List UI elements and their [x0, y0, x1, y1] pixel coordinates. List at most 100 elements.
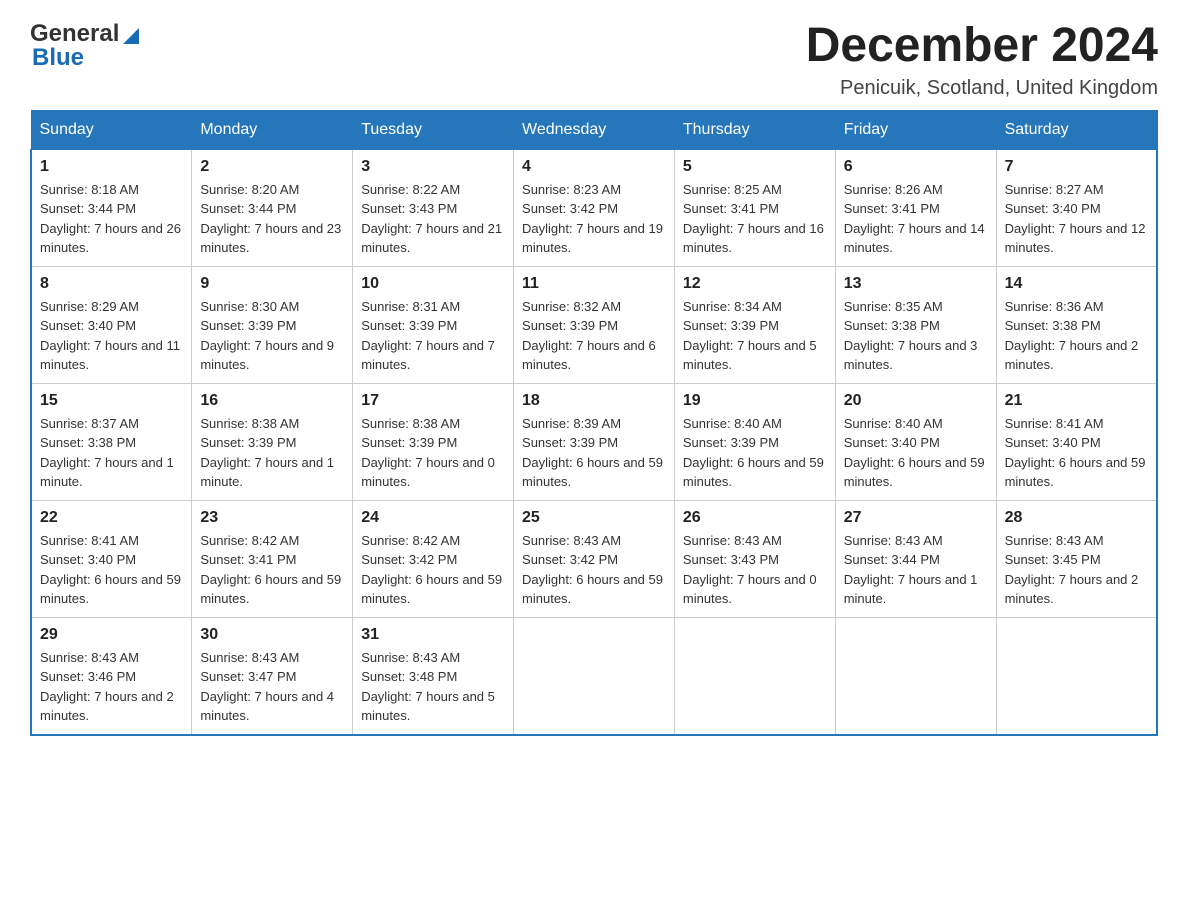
- day-number: 27: [844, 509, 988, 527]
- calendar-cell: 11 Sunrise: 8:32 AMSunset: 3:39 PMDayligh…: [514, 266, 675, 383]
- calendar-cell: [996, 617, 1157, 735]
- calendar-cell: 13 Sunrise: 8:35 AMSunset: 3:38 PMDayligh…: [835, 266, 996, 383]
- calendar-cell: 21 Sunrise: 8:41 AMSunset: 3:40 PMDayligh…: [996, 383, 1157, 500]
- day-number: 8: [40, 275, 183, 293]
- day-info: Sunrise: 8:43 AMSunset: 3:46 PMDaylight:…: [40, 648, 183, 726]
- day-info: Sunrise: 8:43 AMSunset: 3:47 PMDaylight:…: [200, 648, 344, 726]
- day-number: 31: [361, 626, 505, 644]
- day-number: 22: [40, 509, 183, 527]
- day-info: Sunrise: 8:42 AMSunset: 3:41 PMDaylight:…: [200, 531, 344, 609]
- logo-arrow: [123, 28, 139, 44]
- calendar-cell: 15Sunrise: 8:37 AMSunset: 3:38 PMDayligh…: [31, 383, 192, 500]
- day-info: Sunrise: 8:35 AMSunset: 3:38 PMDaylight:…: [844, 297, 988, 375]
- day-number: 21: [1005, 392, 1148, 410]
- day-number: 13: [844, 275, 988, 293]
- calendar-cell: 24 Sunrise: 8:42 AMSunset: 3:42 PMDayligh…: [353, 500, 514, 617]
- calendar-cell: 16Sunrise: 8:38 AMSunset: 3:39 PMDayligh…: [192, 383, 353, 500]
- day-info: Sunrise: 8:27 AMSunset: 3:40 PMDaylight:…: [1005, 180, 1148, 258]
- day-info: Sunrise: 8:32 AMSunset: 3:39 PMDaylight:…: [522, 297, 666, 375]
- day-info: Sunrise: 8:26 AMSunset: 3:41 PMDaylight:…: [844, 180, 988, 258]
- day-info: Sunrise: 8:41 AMSunset: 3:40 PMDaylight:…: [40, 531, 183, 609]
- day-info: Sunrise: 8:43 AMSunset: 3:48 PMDaylight:…: [361, 648, 505, 726]
- col-saturday: Saturday: [996, 110, 1157, 149]
- calendar-cell: 9 Sunrise: 8:30 AMSunset: 3:39 PMDaylight…: [192, 266, 353, 383]
- calendar-cell: 17 Sunrise: 8:38 AMSunset: 3:39 PMDayligh…: [353, 383, 514, 500]
- calendar-week-row: 15Sunrise: 8:37 AMSunset: 3:38 PMDayligh…: [31, 383, 1157, 500]
- calendar-week-row: 8 Sunrise: 8:29 AMSunset: 3:40 PMDaylight…: [31, 266, 1157, 383]
- col-wednesday: Wednesday: [514, 110, 675, 149]
- calendar-cell: 27Sunrise: 8:43 AMSunset: 3:44 PMDayligh…: [835, 500, 996, 617]
- calendar-cell: 19 Sunrise: 8:40 AMSunset: 3:39 PMDayligh…: [674, 383, 835, 500]
- day-number: 2: [200, 158, 344, 176]
- day-number: 11: [522, 275, 666, 293]
- day-info: Sunrise: 8:41 AMSunset: 3:40 PMDaylight:…: [1005, 414, 1148, 492]
- calendar-cell: 26 Sunrise: 8:43 AMSunset: 3:43 PMDayligh…: [674, 500, 835, 617]
- calendar-cell: 23 Sunrise: 8:42 AMSunset: 3:41 PMDayligh…: [192, 500, 353, 617]
- day-number: 24: [361, 509, 505, 527]
- day-number: 25: [522, 509, 666, 527]
- calendar-cell: 22 Sunrise: 8:41 AMSunset: 3:40 PMDayligh…: [31, 500, 192, 617]
- calendar-cell: 30 Sunrise: 8:43 AMSunset: 3:47 PMDayligh…: [192, 617, 353, 735]
- day-info: Sunrise: 8:43 AMSunset: 3:45 PMDaylight:…: [1005, 531, 1148, 609]
- day-number: 7: [1005, 158, 1148, 176]
- calendar-cell: [835, 617, 996, 735]
- col-sunday: Sunday: [31, 110, 192, 149]
- day-number: 18: [522, 392, 666, 410]
- day-number: 10: [361, 275, 505, 293]
- day-number: 19: [683, 392, 827, 410]
- day-info: Sunrise: 8:39 AMSunset: 3:39 PMDaylight:…: [522, 414, 666, 492]
- day-info: Sunrise: 8:43 AMSunset: 3:43 PMDaylight:…: [683, 531, 827, 609]
- day-number: 29: [40, 626, 183, 644]
- day-number: 15: [40, 392, 183, 410]
- day-info: Sunrise: 8:40 AMSunset: 3:39 PMDaylight:…: [683, 414, 827, 492]
- day-number: 30: [200, 626, 344, 644]
- calendar-cell: 31 Sunrise: 8:43 AMSunset: 3:48 PMDayligh…: [353, 617, 514, 735]
- day-number: 9: [200, 275, 344, 293]
- col-thursday: Thursday: [674, 110, 835, 149]
- calendar-cell: [514, 617, 675, 735]
- day-info: Sunrise: 8:31 AMSunset: 3:39 PMDaylight:…: [361, 297, 505, 375]
- calendar-cell: 12Sunrise: 8:34 AMSunset: 3:39 PMDayligh…: [674, 266, 835, 383]
- day-info: Sunrise: 8:22 AMSunset: 3:43 PMDaylight:…: [361, 180, 505, 258]
- title-section: December 2024 Penicuik, Scotland, United…: [806, 20, 1158, 100]
- day-info: Sunrise: 8:29 AMSunset: 3:40 PMDaylight:…: [40, 297, 183, 375]
- calendar-cell: 4Sunrise: 8:23 AMSunset: 3:42 PMDaylight…: [514, 149, 675, 266]
- calendar-cell: 25 Sunrise: 8:43 AMSunset: 3:42 PMDayligh…: [514, 500, 675, 617]
- col-friday: Friday: [835, 110, 996, 149]
- day-info: Sunrise: 8:30 AMSunset: 3:39 PMDaylight:…: [200, 297, 344, 375]
- day-number: 23: [200, 509, 344, 527]
- day-info: Sunrise: 8:38 AMSunset: 3:39 PMDaylight:…: [361, 414, 505, 492]
- calendar-week-row: 1 Sunrise: 8:18 AMSunset: 3:44 PMDaylight…: [31, 149, 1157, 266]
- day-number: 5: [683, 158, 827, 176]
- page-header: General Blue December 2024 Penicuik, Sco…: [30, 20, 1158, 100]
- month-title: December 2024: [806, 20, 1158, 73]
- logo: General Blue: [30, 20, 139, 72]
- day-info: Sunrise: 8:43 AMSunset: 3:42 PMDaylight:…: [522, 531, 666, 609]
- logo-blue: Blue: [32, 44, 84, 72]
- day-info: Sunrise: 8:23 AMSunset: 3:42 PMDaylight:…: [522, 180, 666, 258]
- col-monday: Monday: [192, 110, 353, 149]
- calendar-cell: 2 Sunrise: 8:20 AMSunset: 3:44 PMDaylight…: [192, 149, 353, 266]
- day-number: 26: [683, 509, 827, 527]
- day-info: Sunrise: 8:18 AMSunset: 3:44 PMDaylight:…: [40, 180, 183, 258]
- calendar-cell: [674, 617, 835, 735]
- calendar-table: Sunday Monday Tuesday Wednesday Thursday…: [30, 110, 1158, 736]
- calendar-cell: 8 Sunrise: 8:29 AMSunset: 3:40 PMDaylight…: [31, 266, 192, 383]
- calendar-cell: 14 Sunrise: 8:36 AMSunset: 3:38 PMDayligh…: [996, 266, 1157, 383]
- day-number: 14: [1005, 275, 1148, 293]
- day-info: Sunrise: 8:36 AMSunset: 3:38 PMDaylight:…: [1005, 297, 1148, 375]
- day-number: 1: [40, 158, 183, 176]
- calendar-week-row: 29 Sunrise: 8:43 AMSunset: 3:46 PMDayligh…: [31, 617, 1157, 735]
- day-info: Sunrise: 8:34 AMSunset: 3:39 PMDaylight:…: [683, 297, 827, 375]
- day-number: 20: [844, 392, 988, 410]
- calendar-cell: 7 Sunrise: 8:27 AMSunset: 3:40 PMDaylight…: [996, 149, 1157, 266]
- day-info: Sunrise: 8:42 AMSunset: 3:42 PMDaylight:…: [361, 531, 505, 609]
- day-number: 28: [1005, 509, 1148, 527]
- day-number: 6: [844, 158, 988, 176]
- calendar-cell: 18 Sunrise: 8:39 AMSunset: 3:39 PMDayligh…: [514, 383, 675, 500]
- day-number: 17: [361, 392, 505, 410]
- calendar-cell: 20Sunrise: 8:40 AMSunset: 3:40 PMDayligh…: [835, 383, 996, 500]
- day-info: Sunrise: 8:20 AMSunset: 3:44 PMDaylight:…: [200, 180, 344, 258]
- calendar-cell: 1 Sunrise: 8:18 AMSunset: 3:44 PMDaylight…: [31, 149, 192, 266]
- col-tuesday: Tuesday: [353, 110, 514, 149]
